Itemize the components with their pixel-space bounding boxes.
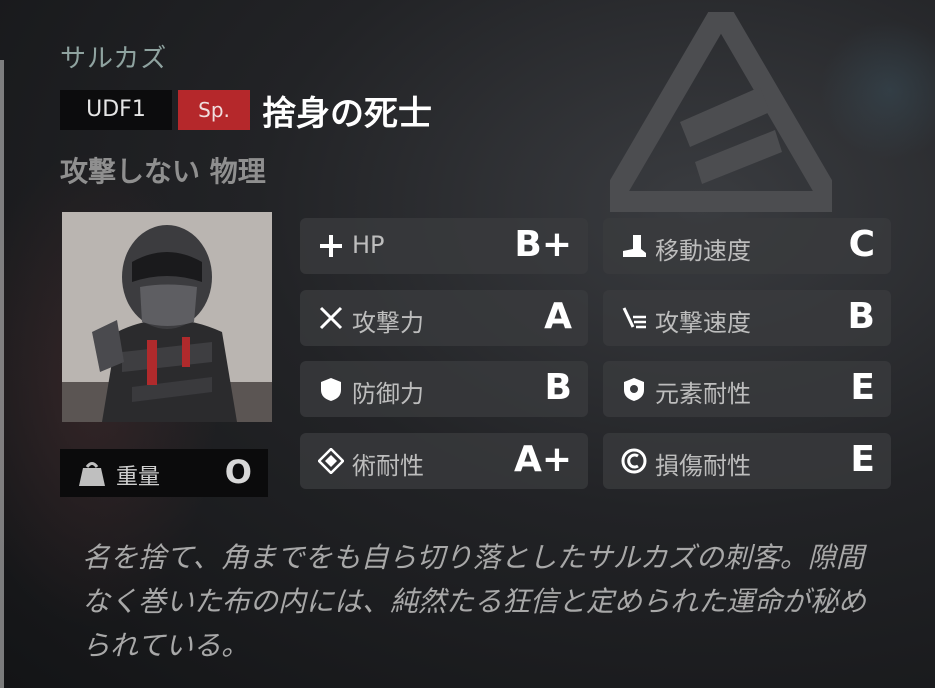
stat-grade: A+ — [513, 439, 572, 480]
stat-label: 術耐性 — [352, 452, 424, 480]
weight-label: 重量 — [116, 465, 161, 490]
stat-damage-resistance: 損傷耐性 E — [603, 433, 891, 489]
stat-grade: E — [850, 367, 875, 408]
diamond-icon — [318, 448, 344, 474]
plus-icon — [320, 235, 342, 257]
faction-label: サルカズ — [60, 44, 168, 74]
stat-elemental-resistance: 元素耐性 E — [603, 361, 891, 417]
stat-grade: C — [848, 224, 875, 265]
stat-arts-resistance: 術耐性 A+ — [300, 433, 588, 489]
stat-label: 攻撃力 — [352, 309, 424, 337]
stat-attack-speed: 攻撃速度 B — [603, 290, 891, 346]
enemy-code: UDF1 — [60, 90, 172, 130]
enemy-description: 名を捨て、角までをも自ら切り落としたサルカズの刺客。隙間なく巻いた布の内には、純… — [82, 541, 867, 662]
stat-grade: B+ — [514, 224, 572, 265]
boot-icon — [623, 235, 646, 257]
stat-label: 移動速度 — [655, 237, 751, 265]
faction-logo-icon — [610, 12, 832, 212]
stat-grade: E — [850, 439, 875, 480]
scrollbar[interactable] — [0, 60, 4, 688]
class-badge: Sp. — [178, 90, 250, 130]
weight-icon — [79, 462, 105, 486]
stat-label: 防御力 — [352, 380, 424, 408]
stat-grade: B — [847, 296, 875, 337]
damage-ring-icon — [621, 448, 647, 474]
element-shield-icon — [624, 378, 644, 401]
stat-label: 損傷耐性 — [655, 452, 751, 480]
crossed-swords-icon — [319, 306, 343, 330]
enemy-traits: 攻撃しない 物理 — [60, 155, 266, 188]
stat-grade: A — [544, 296, 572, 337]
stat-label: HP — [352, 231, 385, 259]
shield-icon — [321, 378, 341, 401]
stat-hp: HP B+ — [300, 218, 588, 274]
stat-label: 元素耐性 — [655, 380, 751, 408]
stat-defense: 防御力 B — [300, 361, 588, 417]
stat-attack: 攻撃力 A — [300, 290, 588, 346]
stat-grade: B — [544, 367, 572, 408]
attack-speed-icon — [622, 307, 646, 329]
enemy-portrait — [62, 212, 272, 422]
stat-move-speed: 移動速度 C — [603, 218, 891, 274]
stat-label: 攻撃速度 — [655, 309, 751, 337]
weight-value: O — [224, 453, 252, 491]
weight-panel: 重量 O — [60, 449, 268, 497]
background-glow-right — [820, 20, 935, 160]
enemy-name: 捨身の死士 — [262, 94, 432, 134]
